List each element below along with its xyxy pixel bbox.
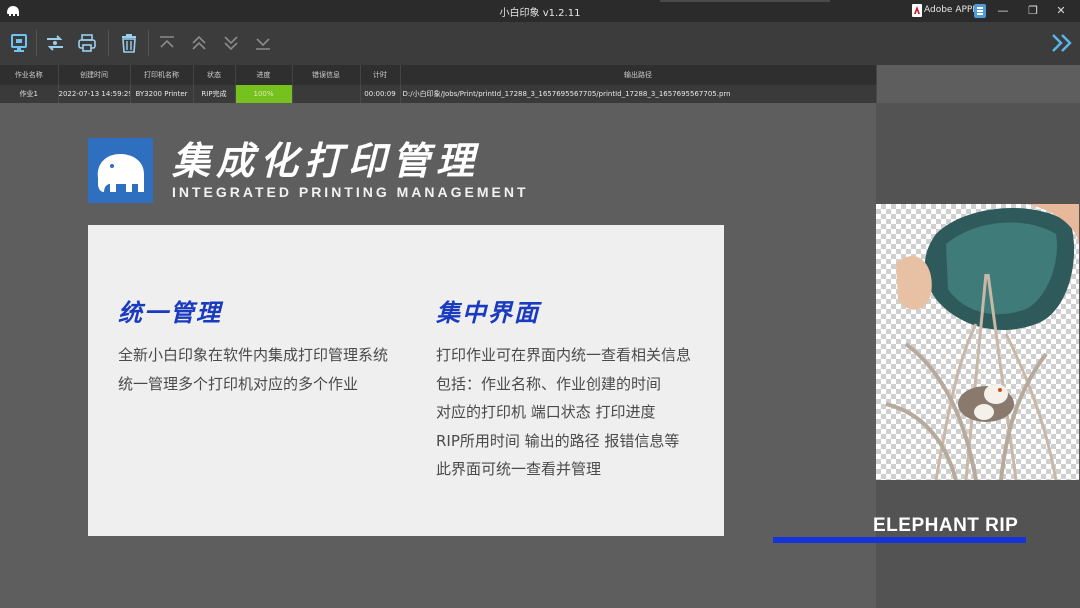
feature-line: RIP所用时间 输出的路径 报错信息等 xyxy=(436,431,680,450)
brand-name: ELEPHANT RIP xyxy=(873,515,1019,536)
cell-output-path: D:/小白印象/Jobs/Print/printId_17288_3_16576… xyxy=(400,85,877,103)
cell-created-time: 2022-07-13 14:59:29 xyxy=(58,85,131,103)
title-bar-divider xyxy=(660,0,830,2)
feature-centralized-interface: 集中界面 打印作业可在界面内统一查看相关信息 包括：作业名称、作业创建的时间 对… xyxy=(436,293,691,484)
adobe-label[interactable]: Adobe APPE xyxy=(924,5,978,15)
trash-icon[interactable] xyxy=(118,32,140,54)
cell-error xyxy=(292,85,361,103)
toolbar-separator xyxy=(148,30,149,56)
feature-line: 统一管理多个打印机对应的多个作业 xyxy=(118,374,359,393)
cell-progress: 100% xyxy=(235,85,293,103)
toolbar-separator xyxy=(108,30,109,56)
column-header-printer[interactable]: 打印机名称 xyxy=(130,65,194,85)
feature-line: 此界面可统一查看并管理 xyxy=(436,460,602,478)
move-top-icon[interactable] xyxy=(156,32,178,54)
brand-underline xyxy=(773,537,1026,543)
cell-time: 00:00:09 xyxy=(360,85,401,103)
feature-line: 打印作业可在界面内统一查看相关信息 xyxy=(436,346,692,364)
feature-line: 包括：作业名称、作业创建的时间 xyxy=(436,374,662,393)
column-header-error[interactable]: 错误信息 xyxy=(292,65,361,85)
maximize-button[interactable]: ❐ xyxy=(1024,2,1042,20)
elephant-logo xyxy=(88,138,153,203)
transfer-icon[interactable] xyxy=(44,32,66,54)
lotus-artwork xyxy=(876,204,1079,480)
move-bottom-icon[interactable] xyxy=(252,32,274,54)
close-button[interactable]: ✕ xyxy=(1052,2,1070,20)
page-subtitle: INTEGRATED PRINTING MANAGEMENT xyxy=(172,184,529,200)
printer-icon[interactable] xyxy=(76,32,98,54)
title-bar: 小白印象 v1.2.11 Adobe APPE — ❐ ✕ xyxy=(0,0,1080,22)
page-title: 集成化打印管理 xyxy=(172,139,481,183)
document-icon[interactable] xyxy=(974,4,986,18)
minimize-button[interactable]: — xyxy=(994,2,1012,20)
move-up-icon[interactable] xyxy=(188,32,210,54)
monitor-icon[interactable] xyxy=(8,32,30,54)
move-down-icon[interactable] xyxy=(220,32,242,54)
job-table: 作业名称 创建时间 打印机名称 状态 进度 错误信息 计时 输出路径 作业1 2… xyxy=(0,65,877,103)
column-header-path[interactable]: 输出路径 xyxy=(400,65,877,85)
lotus-leaf-image xyxy=(885,204,1079,480)
column-header-time[interactable]: 计时 xyxy=(360,65,401,85)
feature-line: 对应的打印机 端口状态 打印进度 xyxy=(436,403,656,421)
feature-card: 统一管理 全新小白印象在软件内集成打印管理系统 统一管理多个打印机对应的多个作业… xyxy=(88,225,724,536)
column-header-name[interactable]: 作业名称 xyxy=(0,65,59,85)
cell-printer-name: BY3200 Printer xyxy=(130,85,194,103)
table-header-row: 作业名称 创建时间 打印机名称 状态 进度 错误信息 计时 输出路径 xyxy=(0,65,877,85)
toolbar-separator xyxy=(36,30,37,56)
feature-heading: 统一管理 xyxy=(118,299,222,327)
table-row[interactable]: 作业1 2022-07-13 14:59:29 BY3200 Printer R… xyxy=(0,85,877,103)
cell-status: RIP完成 xyxy=(193,85,236,103)
column-header-created[interactable]: 创建时间 xyxy=(58,65,131,85)
cell-job-name: 作业1 xyxy=(0,85,59,103)
feature-line: 全新小白印象在软件内集成打印管理系统 xyxy=(118,346,389,364)
feature-unified-management: 统一管理 全新小白印象在软件内集成打印管理系统 统一管理多个打印机对应的多个作业 xyxy=(118,293,388,398)
feature-heading: 集中界面 xyxy=(436,299,540,327)
toolbar xyxy=(0,22,1080,65)
adobe-icon[interactable] xyxy=(912,4,922,17)
progress-bar: 100% xyxy=(235,85,291,103)
column-header-status[interactable]: 状态 xyxy=(193,65,236,85)
double-chevron-right-icon[interactable] xyxy=(1050,32,1074,54)
elephant-icon xyxy=(97,154,144,192)
column-header-progress[interactable]: 进度 xyxy=(235,65,293,85)
